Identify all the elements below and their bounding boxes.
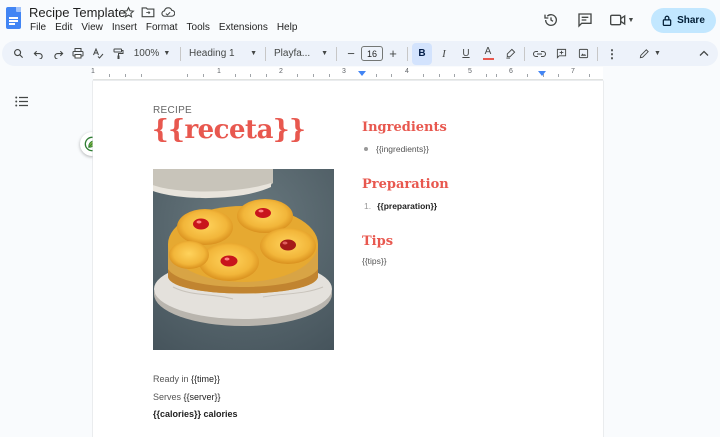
font-size-input[interactable]: 16 [361,46,383,61]
preparation-heading: Preparation [362,177,449,192]
insert-image-icon[interactable] [573,43,593,65]
paragraph-style-dropdown[interactable]: Heading 1 ▼ [185,43,261,65]
chevron-down-icon: ▼ [654,50,661,57]
ruler[interactable]: 1 1 2 3 4 5 6 7 [0,67,720,80]
recipe-title: {{receta}} [152,115,306,145]
menu-insert[interactable]: Insert [107,22,141,33]
ruler-number: 4 [405,68,409,75]
print-icon[interactable] [68,43,88,65]
comments-icon[interactable] [571,6,599,34]
ingredients-placeholder: {{ingredients}} [376,144,429,154]
undo-icon[interactable] [28,43,48,65]
font-dropdown[interactable]: Playfa... ▼ [270,43,332,65]
menu-edit[interactable]: Edit [51,22,77,33]
search-menus-icon[interactable] [8,43,28,65]
redo-icon[interactable] [48,43,68,65]
serves-label: Serves [153,392,184,402]
preparation-list-item: 1. {{preparation}} [362,201,437,211]
serves-value: {{server}} [183,392,221,402]
formatting-toolbar: 100% ▼ Heading 1 ▼ Playfa... ▼ − 16 + B … [2,41,718,66]
italic-button[interactable]: I [434,43,454,65]
ruler-number: 6 [509,68,513,75]
more-options-icon[interactable]: ⋮ [602,43,622,65]
ingredients-list-item: {{ingredients}} [362,144,429,154]
decrease-font-size-button[interactable]: − [341,43,361,65]
ready-in-line: Ready in {{time}} [153,374,220,384]
ingredients-heading: Ingredients [362,120,447,135]
menu-view[interactable]: View [77,22,108,33]
star-icon[interactable] [121,5,135,19]
pencil-icon [639,49,649,59]
share-label: Share [677,14,705,26]
preparation-placeholder: {{preparation}} [377,201,438,211]
add-comment-icon[interactable] [551,43,571,65]
move-folder-icon[interactable] [141,5,155,19]
list-number: 1. [364,201,372,211]
menu-tools[interactable]: Tools [182,22,214,33]
text-color-letter: A [484,46,492,57]
paint-format-icon[interactable] [108,43,128,65]
paragraph-style-value: Heading 1 [189,48,235,59]
share-button[interactable]: Share [651,7,716,33]
right-indent-marker[interactable] [538,71,546,76]
cloud-status-icon[interactable] [161,5,175,19]
version-history-icon[interactable] [537,6,565,34]
menu-extensions[interactable]: Extensions [214,22,272,33]
document-title[interactable]: Recipe Template [29,5,126,20]
underline-button[interactable]: U [456,43,476,65]
collapse-toolbar-icon[interactable] [694,43,714,65]
zoom-value: 100% [133,48,160,59]
ready-in-value: {{time}} [191,374,221,384]
chevron-down-icon: ▼ [250,50,257,57]
left-indent-marker[interactable] [358,71,366,76]
text-color-swatch [482,58,494,60]
chevron-down-icon: ▼ [321,50,328,57]
chevron-down-icon: ▼ [163,50,171,57]
ruler-number: 2 [279,68,283,75]
ruler-number: 1 [217,68,221,75]
meet-video-icon[interactable]: ▼ [605,6,639,34]
title-bar: Recipe Template File Edit View Insert Fo… [0,0,720,40]
text-color-button[interactable]: A [478,43,498,65]
menu-format[interactable]: Format [141,22,182,33]
recipe-photo[interactable] [153,169,334,350]
tips-heading: Tips [362,234,394,249]
lock-icon [662,15,672,26]
highlight-color-icon[interactable] [500,43,520,65]
spellcheck-icon[interactable] [88,43,108,65]
menu-help[interactable]: Help [272,22,302,33]
ruler-number: 7 [571,68,575,75]
font-value: Playfa... [274,48,311,59]
insert-link-icon[interactable] [529,43,549,65]
menu-bar: File Edit View Insert Format Tools Exten… [29,22,302,33]
bullet-icon [364,147,368,151]
document-outline-icon[interactable] [15,94,31,107]
tips-placeholder: {{tips}} [362,256,387,266]
calories-line: {{calories}} calories [153,409,238,419]
increase-font-size-button[interactable]: + [383,43,403,65]
editing-mode-dropdown[interactable]: ▼ [632,43,668,65]
bold-button[interactable]: B [412,42,432,65]
docs-logo-icon[interactable] [6,7,21,29]
ruler-number: 3 [342,68,346,75]
serves-line: Serves {{server}} [153,392,221,402]
menu-file[interactable]: File [29,22,51,33]
document-page[interactable]: RECIPE {{receta}} Ready in {{time}} Serv… [93,81,603,437]
ready-in-label: Ready in [153,374,192,384]
zoom-dropdown[interactable]: 100% ▼ [128,43,176,65]
ruler-number: 1 [91,68,95,75]
ruler-number: 5 [468,68,472,75]
